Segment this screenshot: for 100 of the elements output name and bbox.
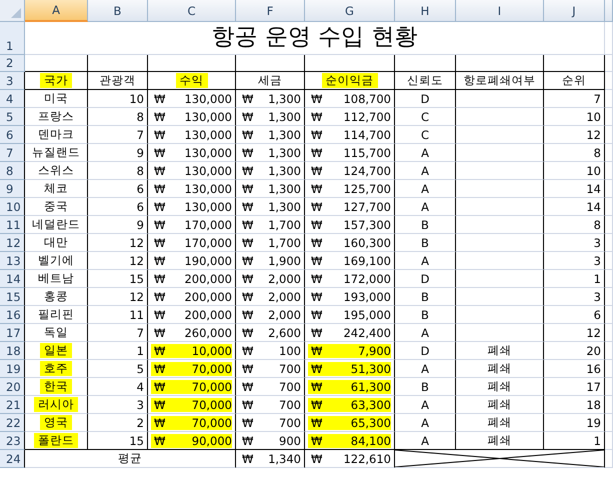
table-cell: 9 xyxy=(136,146,144,160)
currency-symbol: ₩ xyxy=(310,326,324,340)
row-header[interactable]: 13 xyxy=(0,252,25,270)
row-header[interactable]: 8 xyxy=(0,162,25,180)
currency-symbol: ₩ xyxy=(310,200,324,214)
row-header[interactable]: 7 xyxy=(0,144,25,162)
column-header[interactable]: I xyxy=(456,0,544,22)
row-header[interactable]: 9 xyxy=(0,180,25,198)
table-cell-text: 1,700 xyxy=(267,236,301,250)
row-header[interactable]: 21 xyxy=(0,396,25,414)
currency-symbol: ₩ xyxy=(308,434,328,448)
table-cell: 18 xyxy=(586,398,601,412)
row-header[interactable]: 5 xyxy=(0,108,25,126)
currency-symbol: ₩ xyxy=(151,434,172,448)
table-cell-text: 170,000 xyxy=(183,236,232,250)
table-cell: A xyxy=(421,164,429,178)
currency-symbol: ₩ xyxy=(241,308,254,322)
select-all-button[interactable] xyxy=(0,0,25,22)
table-cell-text: 1,900 xyxy=(267,254,301,268)
table-cell: 19 xyxy=(586,416,601,430)
table-cell-text: 700 xyxy=(278,362,301,376)
currency-symbol: ₩ xyxy=(151,344,172,358)
row-header[interactable]: 12 xyxy=(0,234,25,252)
table-cell-text: 700 xyxy=(278,398,301,412)
currency-symbol: ₩ xyxy=(153,146,166,160)
table-cell: 대만 xyxy=(44,235,68,250)
sheet-title: 항공 운영 수입 현황 xyxy=(212,23,418,52)
table-cell-text: 1,300 xyxy=(267,164,301,178)
table-cell: 8 xyxy=(136,110,144,124)
row-header[interactable]: 19 xyxy=(0,360,25,378)
table-cell-text: 108,700 xyxy=(342,92,391,106)
table-cell-text: 130,000 xyxy=(183,128,232,142)
column-header[interactable]: C xyxy=(148,0,236,22)
table-cell: 14 xyxy=(586,182,601,196)
row-header[interactable]: 1 xyxy=(0,22,25,55)
column-label: 순위 xyxy=(562,73,586,88)
table-cell: 14 xyxy=(586,200,601,214)
row-header[interactable]: 17 xyxy=(0,324,25,342)
column-header[interactable]: F xyxy=(236,0,305,22)
currency-symbol: ₩ xyxy=(310,164,324,178)
table-cell-text: 193,000 xyxy=(342,290,391,304)
row-header[interactable]: 20 xyxy=(0,378,25,396)
currency-symbol: ₩ xyxy=(308,344,328,358)
row-header[interactable]: 24 xyxy=(0,450,25,468)
table-cell-text: 1,300 xyxy=(267,128,301,142)
currency-symbol: ₩ xyxy=(241,146,254,160)
table-cell-text: 195,000 xyxy=(342,308,391,322)
currency-symbol: ₩ xyxy=(153,128,166,142)
row-header[interactable]: 6 xyxy=(0,126,25,144)
row-header[interactable]: 3 xyxy=(0,72,25,90)
currency-symbol: ₩ xyxy=(241,218,254,232)
table-cell: 7 xyxy=(136,128,144,142)
table-cell: 8 xyxy=(594,146,601,160)
table-cell-text: 157,300 xyxy=(342,218,391,232)
column-header[interactable]: A xyxy=(25,0,88,22)
table-cell-text: 1,300 xyxy=(267,200,301,214)
currency-symbol: ₩ xyxy=(310,272,324,286)
column-header[interactable]: B xyxy=(88,0,148,22)
row-header[interactable]: 11 xyxy=(0,216,25,234)
table-cell-text: 130,000 xyxy=(183,110,232,124)
column-header[interactable]: J xyxy=(544,0,605,22)
table-cell: 폴란드 xyxy=(34,433,78,448)
column-label: 수익 xyxy=(176,73,208,88)
currency-symbol: ₩ xyxy=(241,272,254,286)
currency-symbol: ₩ xyxy=(151,380,172,394)
table-cell-text: 2,000 xyxy=(267,272,301,286)
table-cell: 폐쇄 xyxy=(488,379,512,394)
currency-symbol: ₩ xyxy=(153,236,166,250)
row-header[interactable]: 16 xyxy=(0,306,25,324)
table-cell: 5 xyxy=(136,362,144,376)
table-cell: 7,900 xyxy=(328,344,391,358)
table-cell: 폐쇄 xyxy=(488,433,512,448)
column-header[interactable]: H xyxy=(395,0,456,22)
table-cell-text: 700 xyxy=(278,416,301,430)
table-cell-text: 2,000 xyxy=(267,308,301,322)
table-cell: B xyxy=(421,308,429,322)
table-cell: 폐쇄 xyxy=(488,397,512,412)
row-header[interactable]: 18 xyxy=(0,342,25,360)
table-cell: 1 xyxy=(136,344,144,358)
currency-symbol: ₩ xyxy=(153,254,166,268)
table-cell-text: 115,700 xyxy=(342,146,391,160)
table-cell: A xyxy=(421,146,429,160)
column-header[interactable] xyxy=(605,0,613,22)
row-header[interactable]: 14 xyxy=(0,270,25,288)
row-header[interactable]: 4 xyxy=(0,90,25,108)
table-cell: 16 xyxy=(586,362,601,376)
row-header[interactable]: 10 xyxy=(0,198,25,216)
row-header[interactable]: 22 xyxy=(0,414,25,432)
table-cell: 7 xyxy=(136,326,144,340)
column-header[interactable]: G xyxy=(305,0,395,22)
currency-symbol: ₩ xyxy=(241,362,254,376)
table-cell: 폐쇄 xyxy=(488,361,512,376)
row-header[interactable]: 23 xyxy=(0,432,25,450)
currency-symbol: ₩ xyxy=(241,92,254,106)
row-header[interactable]: 15 xyxy=(0,288,25,306)
table-cell: 90,000 xyxy=(171,434,232,448)
table-cell: 3 xyxy=(594,290,601,304)
table-cell-text: 169,100 xyxy=(342,254,391,268)
row-header[interactable]: 2 xyxy=(0,55,25,72)
table-cell: 65,300 xyxy=(328,416,391,430)
